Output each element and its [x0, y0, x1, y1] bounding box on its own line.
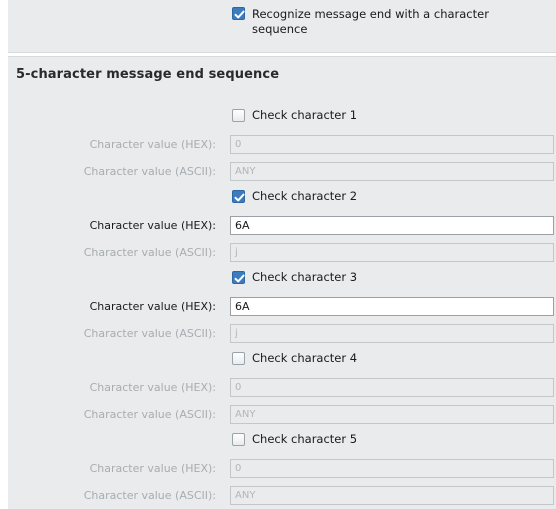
checkmark-icon — [234, 274, 245, 283]
check-character-5-checkbox[interactable] — [232, 433, 245, 446]
character-4-ascii-label: Character value (ASCII): — [83, 408, 216, 421]
character-5-ascii-field[interactable]: ANY — [230, 486, 554, 505]
check-character-4-label: Check character 4 — [252, 351, 358, 365]
character-1-ascii-label: Character value (ASCII): — [83, 165, 216, 178]
settings-panel: Recognize message end with a character s… — [8, 0, 556, 509]
character-3-hex-field[interactable]: 6A — [230, 297, 554, 316]
check-character-3-label: Check character 3 — [252, 270, 358, 284]
character-1-ascii-field[interactable]: ANY — [230, 162, 554, 181]
check-character-4-checkbox[interactable] — [232, 352, 245, 365]
character-2-ascii-label: Character value (ASCII): — [83, 246, 216, 259]
character-4-hex-label: Character value (HEX): — [89, 381, 216, 394]
check-character-5-label: Check character 5 — [252, 432, 358, 446]
character-1-hex-label: Character value (HEX): — [89, 138, 216, 151]
character-2-ascii-field[interactable]: j — [230, 243, 554, 262]
character-3-hex-label: Character value (HEX): — [89, 300, 216, 313]
section-divider — [8, 52, 556, 57]
character-5-ascii-label: Character value (ASCII): — [83, 489, 216, 502]
character-5-hex-field[interactable]: 0 — [230, 459, 554, 478]
character-3-ascii-label: Character value (ASCII): — [83, 327, 216, 340]
character-4-ascii-field[interactable]: ANY — [230, 405, 554, 424]
checkmark-icon — [234, 10, 245, 19]
recognize-message-end-label: Recognize message end with a character s… — [252, 7, 489, 36]
check-character-3-checkbox[interactable] — [232, 271, 245, 284]
check-character-1-checkbox[interactable] — [232, 109, 245, 122]
character-4-hex-field[interactable]: 0 — [230, 378, 554, 397]
character-5-hex-label: Character value (HEX): — [89, 462, 216, 475]
section-title: 5-character message end sequence — [16, 67, 280, 82]
check-character-2-checkbox[interactable] — [232, 190, 245, 203]
recognize-message-end-checkbox[interactable] — [232, 7, 245, 20]
character-2-hex-label: Character value (HEX): — [89, 219, 216, 232]
character-2-hex-field[interactable]: 6A — [230, 216, 554, 235]
checkmark-icon — [234, 193, 245, 202]
character-3-ascii-field[interactable]: j — [230, 324, 554, 343]
check-character-1-label: Check character 1 — [252, 108, 358, 122]
check-character-2-label: Check character 2 — [252, 189, 358, 203]
message-end-options: Recognize message end with a character s… — [8, 0, 556, 48]
character-1-hex-field[interactable]: 0 — [230, 135, 554, 154]
